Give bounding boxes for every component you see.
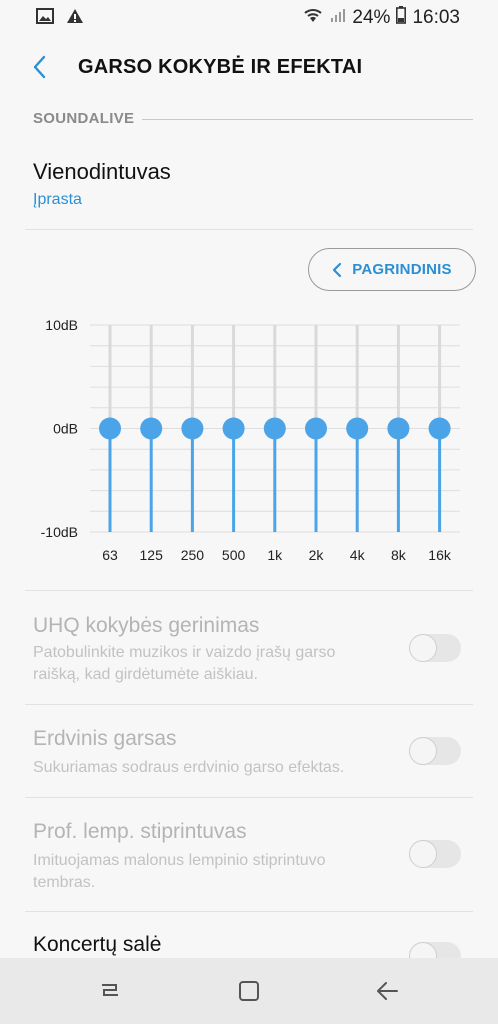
band-label: 250	[181, 547, 205, 563]
band-knob-4k[interactable]	[346, 417, 369, 440]
wifi-icon	[302, 6, 324, 30]
band-knob-8k[interactable]	[387, 417, 410, 440]
tube-amp-toggle[interactable]	[409, 840, 461, 868]
section-divider	[142, 119, 473, 120]
clock: 16:03	[412, 7, 460, 28]
setting-description: Patobulinkite muzikos ir vaizdo įrašų ga…	[33, 644, 336, 683]
page-title: GARSO KOKYBĖ IR EFEKTAI	[78, 56, 363, 78]
divider	[25, 229, 473, 230]
divider	[25, 590, 473, 591]
home-button[interactable]	[229, 976, 269, 1006]
setting-uhq[interactable]: UHQ kokybės gerinimas Patobulinkite muzi…	[0, 600, 498, 704]
setting-concert-hall[interactable]: Koncertų salė	[0, 920, 498, 970]
setting-description: Imituojamas malonus lempinio stiprintuvo…	[33, 852, 326, 891]
y-tick-label: 10dB	[45, 317, 78, 333]
band-label: 2k	[309, 547, 325, 563]
band-label: 1k	[267, 547, 283, 563]
recents-button[interactable]	[90, 976, 130, 1006]
back-button[interactable]	[22, 50, 56, 84]
setting-surround[interactable]: Erdvinis garsas Sukuriamas sodraus erdvi…	[0, 712, 498, 798]
basic-mode-label: PAGRINDINIS	[352, 261, 452, 278]
band-knob-250[interactable]	[181, 417, 204, 440]
equalizer-value: Įprasta	[33, 191, 82, 208]
app-header: GARSO KOKYBĖ IR EFEKTAI	[0, 40, 498, 96]
recents-icon	[102, 984, 118, 996]
band-label: 16k	[428, 547, 452, 563]
band-knob-125[interactable]	[140, 417, 163, 440]
status-bar: 24% 16:03	[0, 0, 498, 36]
band-knob-16k[interactable]	[428, 417, 451, 440]
divider	[25, 797, 473, 798]
battery-percent: 24%	[352, 7, 391, 28]
band-knob-2k[interactable]	[305, 417, 327, 440]
setting-title: Erdvinis garsas	[33, 727, 177, 750]
image-icon	[36, 8, 54, 29]
setting-tube-amp[interactable]: Prof. lemp. stiprintuvas Imituojamas mal…	[0, 806, 498, 910]
band-knob-63[interactable]	[99, 417, 121, 440]
setting-title: Prof. lemp. stiprintuvas	[33, 820, 247, 843]
basic-mode-button[interactable]: PAGRINDINIS	[308, 248, 476, 291]
y-tick-label: -10dB	[41, 524, 78, 540]
equalizer-chart: 10dB 0dB -10dB 63 125 250 500 1k 2k 4k 8k 16k	[0, 300, 498, 580]
section-header: SOUNDALIVE	[33, 110, 135, 127]
chevron-left-icon	[33, 55, 46, 79]
setting-title: UHQ kokybės gerinimas	[33, 614, 260, 637]
equalizer-title: Vienodintuvas	[33, 159, 171, 184]
surround-toggle[interactable]	[409, 737, 461, 765]
uhq-toggle[interactable]	[409, 634, 461, 662]
divider	[25, 704, 473, 705]
band-label: 125	[140, 547, 164, 563]
band-label: 63	[102, 547, 118, 563]
nav-back-button[interactable]	[368, 976, 408, 1006]
home-icon	[239, 981, 259, 1001]
back-arrow-icon	[377, 982, 398, 1000]
band-label: 8k	[391, 547, 407, 563]
signal-icon	[330, 7, 346, 29]
divider	[25, 911, 473, 912]
equalizer-setting[interactable]: Vienodintuvas Įprasta	[0, 140, 498, 230]
band-knob-500[interactable]	[222, 417, 245, 440]
navigation-bar	[0, 958, 498, 1024]
chevron-left-icon	[333, 262, 342, 277]
setting-title: Koncertų salė	[33, 933, 162, 956]
band-label: 4k	[350, 547, 366, 563]
setting-description: Sukuriamas sodraus erdvinio garso efekta…	[33, 759, 345, 776]
y-tick-label: 0dB	[53, 421, 78, 437]
band-label: 500	[222, 547, 246, 563]
battery-icon	[396, 6, 407, 30]
band-knob-1k[interactable]	[263, 417, 286, 440]
equalizer-svg: 10dB 0dB -10dB 63 125 250 500 1k 2k 4k 8k 16k	[41, 317, 460, 563]
warning-icon	[66, 8, 84, 29]
